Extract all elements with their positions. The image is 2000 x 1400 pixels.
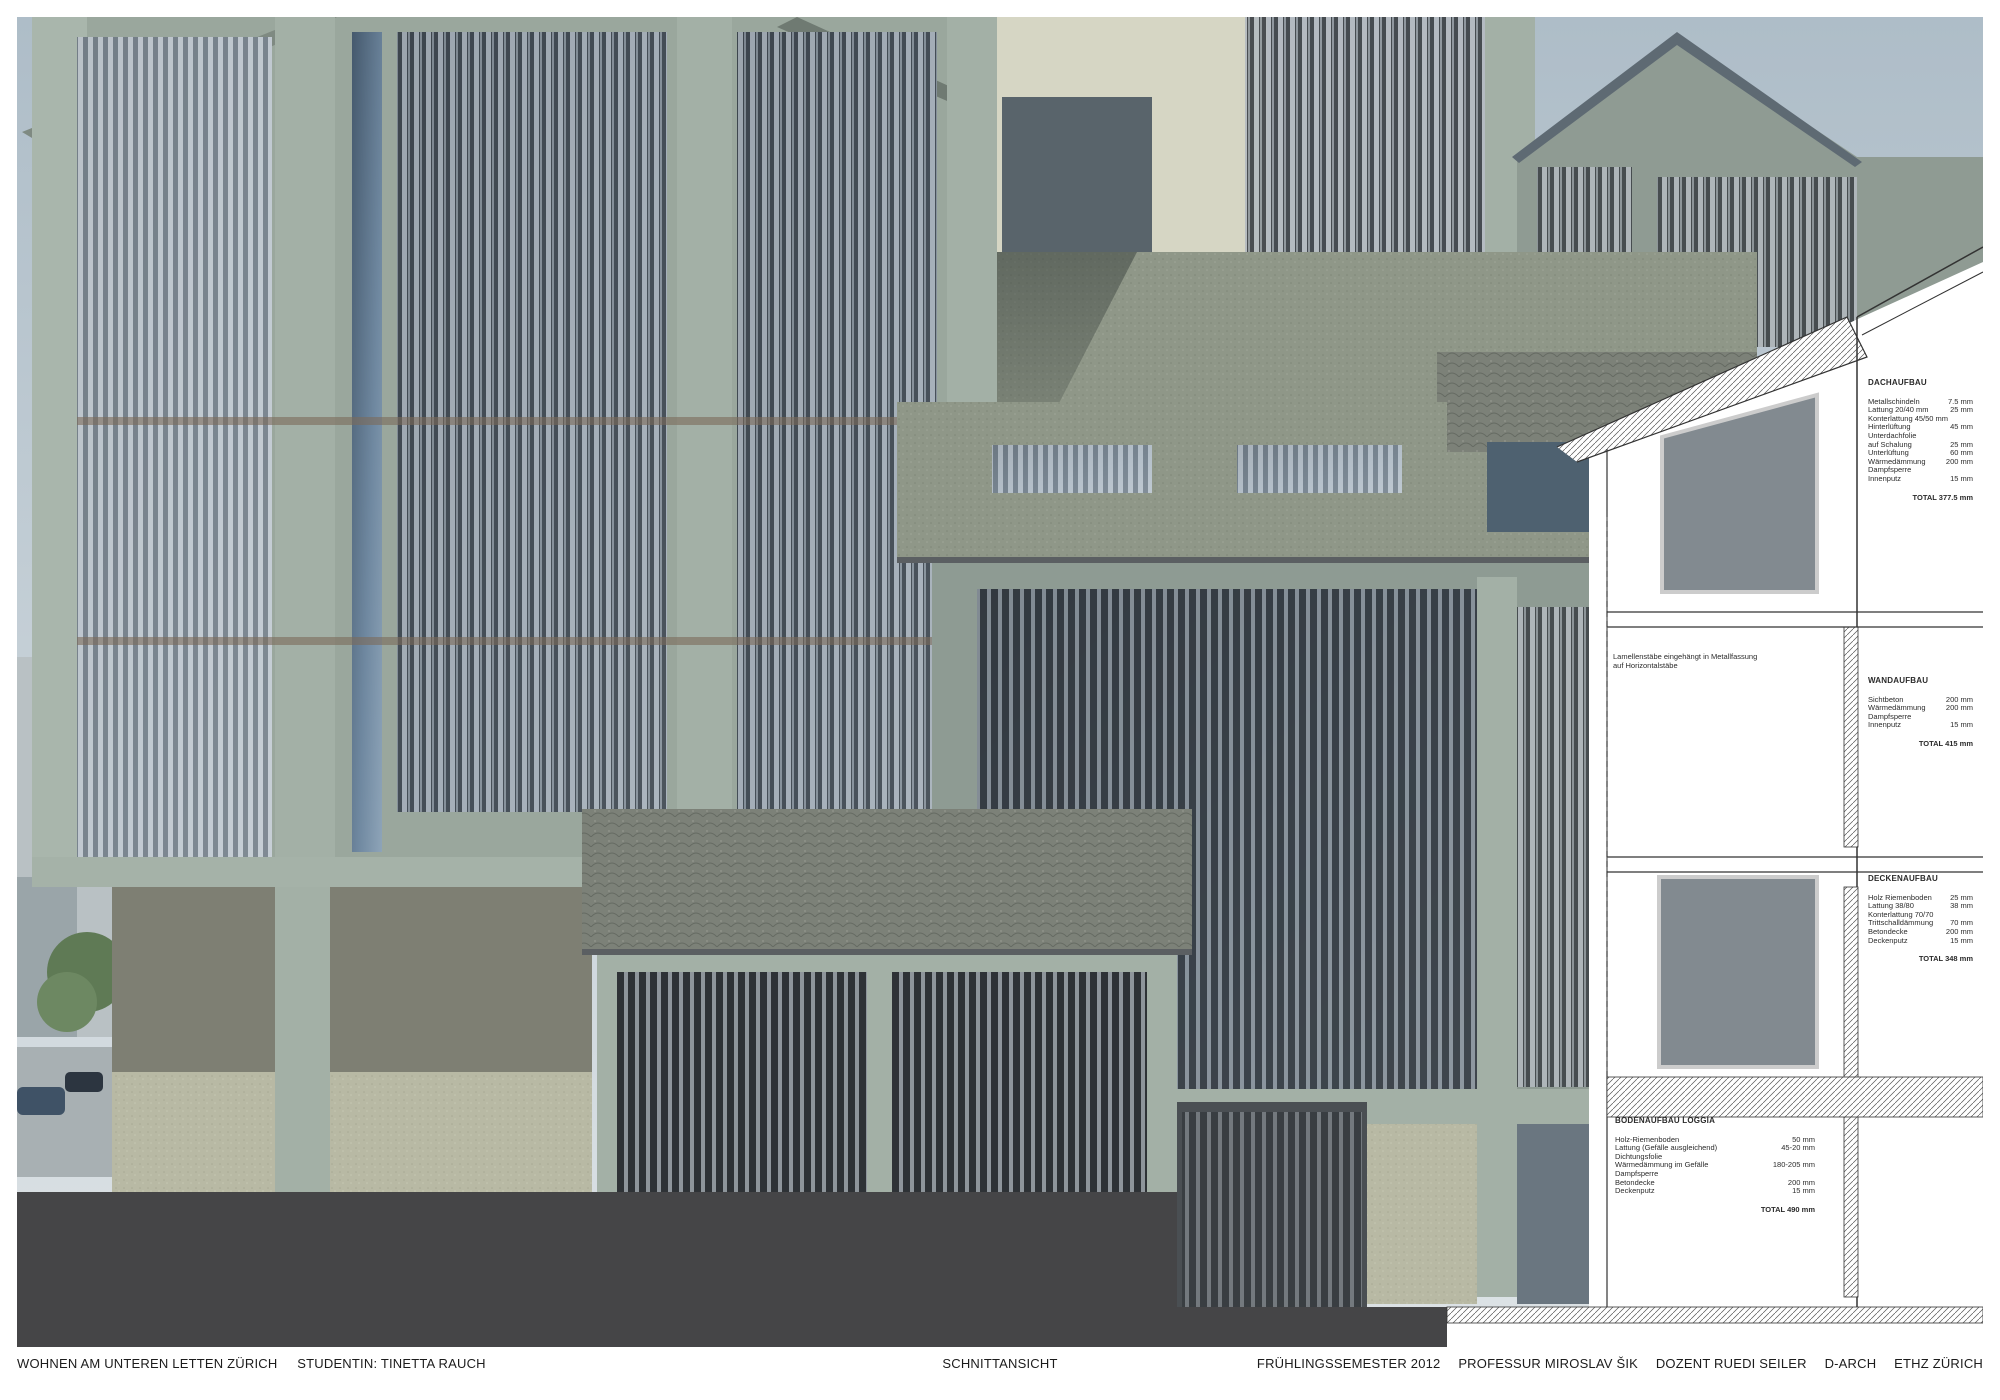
spec-total: TOTAL 377.5 mm <box>1912 492 1973 502</box>
spec-value: 45-20 mm <box>1781 1143 1815 1153</box>
spec-label: Innenputz <box>1868 473 1901 483</box>
spec-row: Innenputz 15 mm <box>1868 473 1973 484</box>
spec-deckenaufbau: DECKENAUFBAU Holz Riemenboden 25 mm Lattun… <box>1868 874 1973 964</box>
spec-value: 38 mm <box>1950 901 1973 911</box>
spec-label: Deckenputz <box>1868 935 1908 945</box>
spec-wandaufbau: WANDAUFBAU Sichtbeton 200 mm Wärmedämmung 2… <box>1868 676 1973 749</box>
elevation-frame: Lamellenstäbe eingehängt in Metallfassun… <box>17 17 1983 1347</box>
spec-title: WANDAUFBAU <box>1868 676 1929 685</box>
spec-title: DECKENAUFBAU <box>1868 874 1938 883</box>
spec-row: Innenputz 15 mm <box>1868 721 1973 730</box>
front-low-roof <box>582 809 1192 954</box>
spec-total: TOTAL 415 mm <box>1918 738 1973 748</box>
spec-value: 15 mm <box>1950 720 1973 730</box>
department: D-ARCH <box>1824 1356 1877 1371</box>
section-window-middle <box>1657 875 1819 1069</box>
spec-value: 25 mm <box>1950 405 1973 415</box>
parked-car <box>17 1087 65 1115</box>
school: ETHZ ZÜRICH <box>1894 1356 1983 1371</box>
upper-louver-block <box>1245 17 1485 257</box>
louver-note-line-2: auf Horizontalstäbe <box>1613 660 1678 670</box>
louver-note: Lamellenstäbe eingehängt in Metallfassun… <box>1613 652 1813 670</box>
spec-row: Deckenputz 15 mm <box>1615 1187 1815 1196</box>
spec-value: 15 mm <box>1950 935 1973 945</box>
spec-value: 15 mm <box>1792 1186 1815 1196</box>
spec-label: Deckenputz <box>1615 1186 1655 1196</box>
spec-value: 200 mm <box>1945 703 1973 713</box>
street-ground <box>17 1192 1177 1347</box>
facade-bay-1 <box>77 37 272 857</box>
spec-row: Deckenputz 15 mm <box>1868 935 1973 946</box>
spec-total: TOTAL 490 mm <box>1760 1204 1815 1214</box>
professor: PROFESSUR MIROSLAV ŠIK <box>1458 1356 1639 1371</box>
spec-label: Innenputz <box>1868 720 1901 730</box>
spec-title: DACHAUFBAU <box>1868 378 1927 387</box>
spec-title: BODENAUFBAU LOGGIA <box>1615 1116 1716 1125</box>
lecturer: DOZENT RUEDI SEILER <box>1655 1356 1807 1371</box>
spec-total: TOTAL 348 mm <box>1918 954 1973 964</box>
drawing-sheet: Lamellenstäbe eingehängt in Metallfassun… <box>0 0 2000 1400</box>
semester: FRÜHLINGSSEMESTER 2012 <box>1256 1356 1441 1371</box>
spec-value: 180-205 mm <box>1772 1160 1815 1170</box>
spec-bodenaufbau: BODENAUFBAU LOGGIA Holz-Riemenboden 50 mm… <box>1615 1116 1815 1214</box>
stair-window-strip <box>352 32 382 852</box>
spec-value: 200 mm <box>1945 456 1973 466</box>
spec-value: 45 mm <box>1950 422 1973 432</box>
footer-course-info: FRÜHLINGSSEMESTER 2012 PROFESSUR MIROSLA… <box>1257 1356 1983 1371</box>
spec-value: 15 mm <box>1950 473 1973 483</box>
spec-dachaufbau: DACHAUFBAU Metallschindeln 7.5 mm Lattung … <box>1868 378 1973 502</box>
